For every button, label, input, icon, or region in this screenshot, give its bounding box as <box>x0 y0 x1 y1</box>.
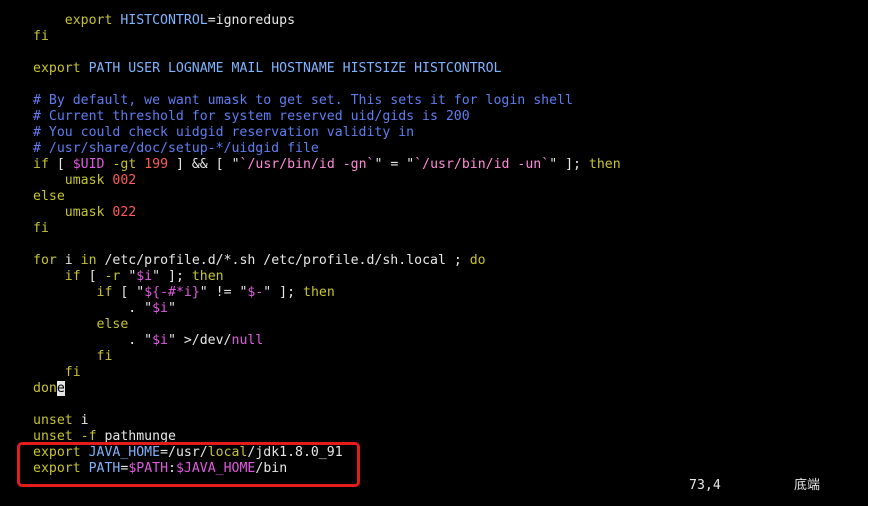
terminal-editor[interactable]: export HISTCONTROL=ignoredups fi export PA… <box>0 0 868 506</box>
code-token: # Current threshold for system reserved … <box>33 109 470 124</box>
code-token: . " <box>33 333 153 348</box>
code-token: null <box>231 333 264 348</box>
code-token: i <box>72 413 89 428</box>
code-token: `/usr/bin/id -gn` <box>239 157 375 172</box>
highlight-annotation-box <box>17 442 360 487</box>
code-token: if <box>64 269 81 284</box>
code-line[interactable]: for i in /etc/profile.d/*.sh /etc/profil… <box>33 253 486 269</box>
code-token: don <box>33 381 57 396</box>
code-token: -r <box>104 269 121 284</box>
code-token: fi <box>64 365 81 380</box>
code-line[interactable]: export PATH USER LOGNAME MAIL HOSTNAME H… <box>33 61 501 77</box>
code-token: # You could check uidgid reservation val… <box>33 125 415 140</box>
code-token: in <box>80 253 97 268</box>
code-line[interactable]: done <box>33 381 65 397</box>
code-line[interactable]: unset i <box>33 413 89 429</box>
code-line[interactable]: # You could check uidgid reservation val… <box>33 125 414 141</box>
code-token: [ " <box>112 285 145 300</box>
code-token: $i <box>152 333 168 348</box>
code-line[interactable]: # By default, we want umask to get set. … <box>33 93 573 109</box>
code-line[interactable]: else <box>33 317 129 333</box>
code-token: " ]; <box>549 157 589 172</box>
code-line[interactable]: fi <box>33 349 113 365</box>
code-token: PATH USER LOGNAME MAIL HOSTNAME HISTSIZE… <box>88 61 502 76</box>
code-token: [ <box>48 157 73 172</box>
code-token: =ignoredups <box>207 13 296 28</box>
code-token: " = " <box>374 157 415 172</box>
code-token: then <box>588 157 621 172</box>
cursor-position-indicator: 73,4 <box>689 478 721 493</box>
code-token: fi <box>33 221 49 236</box>
code-token: fi <box>96 349 113 364</box>
code-token: for <box>33 253 57 268</box>
code-token: " <box>167 301 176 316</box>
code-token: # /usr/share/doc/setup-*/uidgid file <box>33 141 319 156</box>
code-token: $i <box>136 269 153 284</box>
code-token: do <box>469 253 486 268</box>
code-line[interactable]: umask 002 <box>33 173 136 189</box>
code-token: 002 <box>112 173 137 188</box>
code-token: then <box>191 269 224 284</box>
code-line[interactable]: export HISTCONTROL=ignoredups <box>33 13 295 29</box>
code-token: " <box>120 269 137 284</box>
code-token: -gt <box>112 157 137 172</box>
code-token: else <box>96 317 129 332</box>
code-token: " != " <box>199 285 248 300</box>
code-token: ${-#*i} <box>144 285 200 300</box>
code-token: . " <box>33 301 153 316</box>
code-line[interactable]: else <box>33 189 65 205</box>
text-cursor: e <box>56 381 65 396</box>
code-token: [ <box>80 269 105 284</box>
code-token: $i <box>152 301 168 316</box>
code-line[interactable]: if [ "${-#*i}" != "$-" ]; then <box>33 285 335 301</box>
code-token: else <box>33 189 65 204</box>
code-token: unset <box>33 413 73 428</box>
code-line[interactable]: # Current threshold for system reserved … <box>33 109 470 125</box>
code-line[interactable]: # /usr/share/doc/setup-*/uidgid file <box>33 141 319 157</box>
code-token: export <box>33 61 81 76</box>
code-token: `/usr/bin/id -un` <box>414 157 550 172</box>
code-token: export <box>64 13 113 28</box>
code-token: umask <box>64 173 105 188</box>
code-token: " >/dev/ <box>167 333 232 348</box>
code-token: " ]; <box>152 269 192 284</box>
code-token: /etc/profile.d/*.sh /etc/profile.d/sh.lo… <box>96 253 470 268</box>
code-token: umask <box>64 205 105 220</box>
code-line[interactable]: umask 022 <box>33 205 136 221</box>
code-line[interactable]: . "$i" <box>33 301 176 317</box>
code-line[interactable]: fi <box>33 29 49 45</box>
code-line[interactable]: if [ -r "$i" ]; then <box>33 269 224 285</box>
scroll-position-indicator: 底端 <box>794 478 821 493</box>
code-token: HISTCONTROL <box>120 13 208 28</box>
code-line[interactable]: fi <box>33 365 81 381</box>
code-token: if <box>33 157 49 172</box>
code-token: ] && [ " <box>168 157 240 172</box>
code-token: if <box>96 285 113 300</box>
code-line[interactable]: if [ $UID -gt 199 ] && [ "`/usr/bin/id -… <box>33 157 621 173</box>
code-token: $UID <box>72 157 105 172</box>
code-line[interactable]: . "$i" >/dev/null <box>33 333 263 349</box>
code-token: 199 <box>144 157 169 172</box>
code-token: $- <box>247 285 264 300</box>
code-token: i <box>56 253 81 268</box>
code-token: # By default, we want umask to get set. … <box>33 93 573 108</box>
code-token: 022 <box>112 205 137 220</box>
code-token: " ]; <box>263 285 303 300</box>
code-line[interactable]: fi <box>33 221 49 237</box>
code-token: then <box>303 285 335 300</box>
code-token: fi <box>33 29 49 44</box>
